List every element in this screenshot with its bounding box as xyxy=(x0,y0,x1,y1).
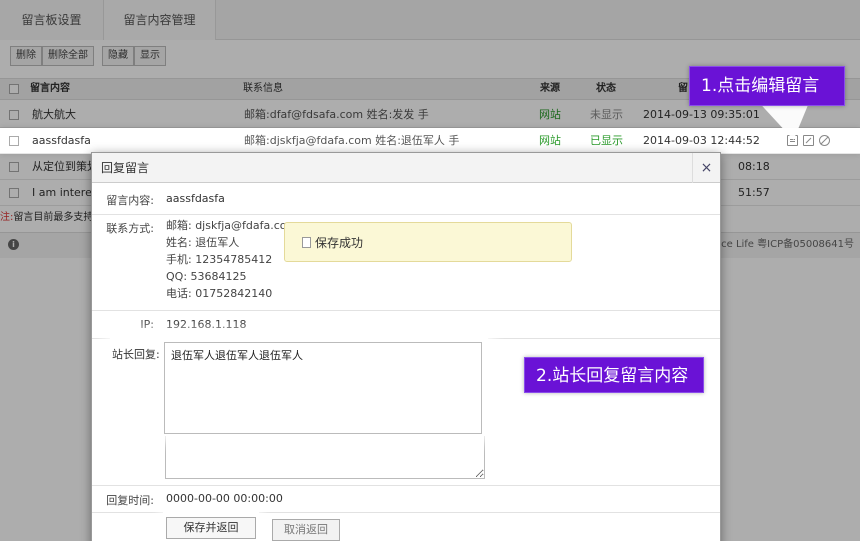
row-source: 网站 xyxy=(539,134,561,147)
contact-lines: 邮箱: djskfja@fdafa.cor 姓名: 退伍军人 手机: 12354… xyxy=(166,217,291,302)
ip-row: IP: 192.168.1.118 xyxy=(92,311,720,339)
reply-time-label: 回复时间: xyxy=(106,494,154,507)
contact-phone: 手机: 12354785412 xyxy=(166,253,273,266)
contact-label: 联系方式: xyxy=(106,222,154,235)
callout-pointer xyxy=(488,362,524,386)
callout-step1: 1.点击编辑留言 xyxy=(689,66,845,106)
callout-step2: 2.站长回复留言内容 xyxy=(524,357,704,393)
reply-input[interactable]: 退伍军人退伍军人退伍军人 xyxy=(164,342,482,434)
table-row-selected: aassfdasfa 邮箱:djskfja@fdafa.com 姓名:退伍军人 … xyxy=(0,128,860,154)
contact-email: 邮箱: djskfja@fdafa.cor xyxy=(166,219,292,232)
save-and-return-button[interactable]: 保存并返回 xyxy=(166,517,256,539)
dialog-header: 回复留言 × xyxy=(92,153,720,183)
cancel-button[interactable]: 取消返回 xyxy=(272,519,340,541)
reply-time-row: 回复时间: 0000-00-00 00:00:00 xyxy=(92,485,720,513)
content-value: aassfdasfa xyxy=(166,192,225,205)
row-contact: 邮箱:djskfja@fdafa.com 姓名:退伍军人 手 xyxy=(244,134,460,147)
reply-label: 站长回复: xyxy=(112,348,160,361)
row-time: 2014-09-03 12:44:52 xyxy=(643,134,760,147)
contact-qq: QQ: 53684125 xyxy=(166,270,247,283)
ip-value: 192.168.1.118 xyxy=(166,318,247,331)
row-status: 已显示 xyxy=(590,134,623,147)
document-icon xyxy=(302,237,311,248)
save-success-toast: 保存成功 xyxy=(284,222,572,262)
contact-name: 姓名: 退伍军人 xyxy=(166,236,240,249)
row-checkbox[interactable] xyxy=(9,136,19,146)
dialog-title: 回复留言 xyxy=(101,161,150,175)
content-label: 留言内容: xyxy=(106,194,154,207)
callout-pointer xyxy=(215,503,237,517)
close-icon[interactable]: × xyxy=(692,153,720,183)
contact-tel: 电话: 01752842140 xyxy=(166,287,273,300)
ip-label: IP: xyxy=(140,318,154,331)
row-content: aassfdasfa xyxy=(32,134,91,147)
toast-text: 保存成功 xyxy=(315,236,364,250)
content-row: 留言内容: aassfdasfa xyxy=(92,183,720,215)
